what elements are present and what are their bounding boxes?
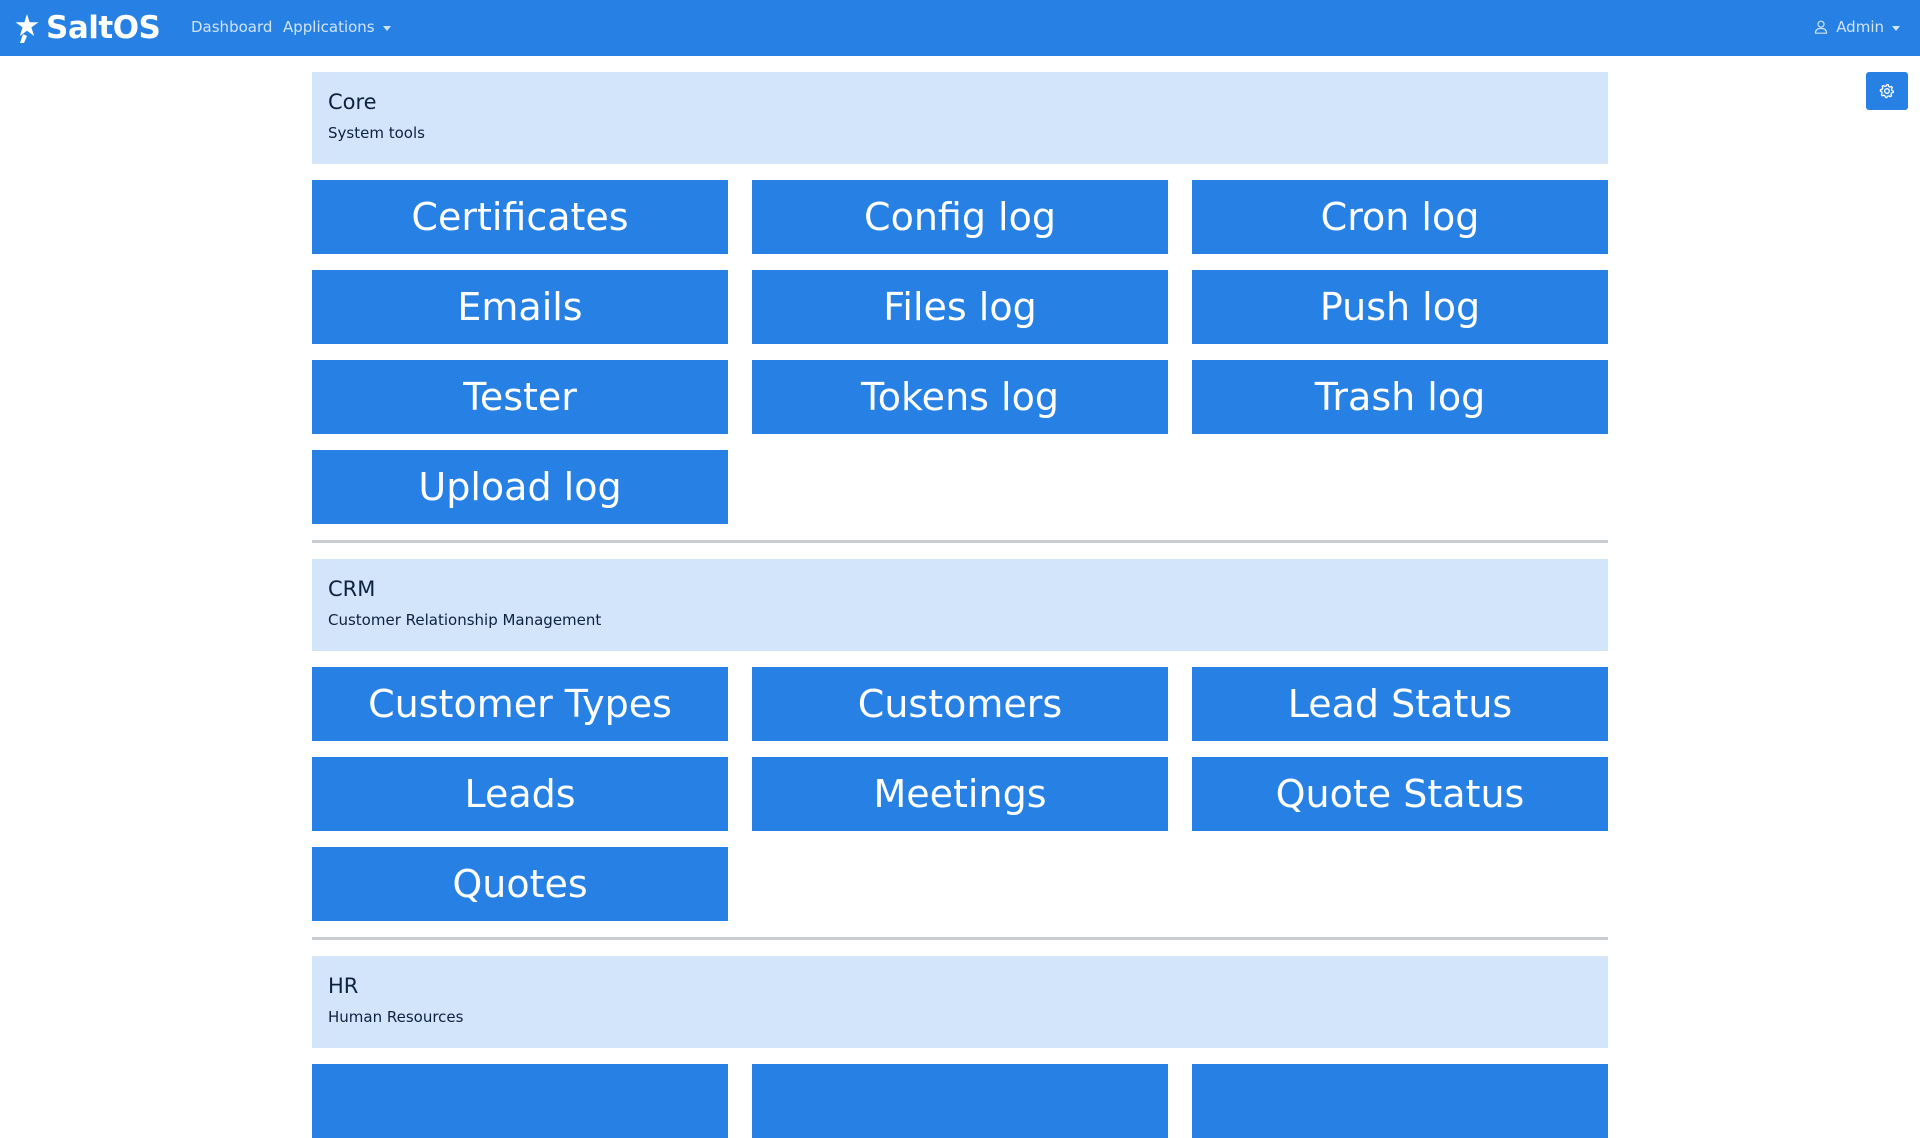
section-title: HR xyxy=(328,974,359,998)
app-button-quote-status[interactable]: Quote Status xyxy=(1192,757,1608,831)
app-button-hr-1[interactable] xyxy=(312,1064,728,1138)
app-button-quotes[interactable]: Quotes xyxy=(312,847,728,921)
user-name: Admin xyxy=(1836,18,1884,36)
dashboard-content: Core System tools Certificates Config lo… xyxy=(312,72,1608,1138)
nav-dashboard-label: Dashboard xyxy=(191,18,273,36)
top-navbar: SaltOS Dashboard Applications Admin xyxy=(0,0,1920,56)
brand-logo[interactable]: SaltOS xyxy=(11,10,161,46)
section-subtitle: Customer Relationship Management xyxy=(328,611,602,629)
section-header-crm: CRM Customer Relationship Management xyxy=(312,559,1608,651)
app-grid-core: Certificates Config log Cron log Emails … xyxy=(312,180,1608,524)
nav-dashboard-link[interactable]: Dashboard xyxy=(191,16,272,38)
app-button-tokens-log[interactable]: Tokens log xyxy=(752,360,1168,434)
section-title: Core xyxy=(328,90,377,114)
app-button-leads[interactable]: Leads xyxy=(312,757,728,831)
section-subtitle: System tools xyxy=(328,124,425,142)
section-subtitle: Human Resources xyxy=(328,1008,464,1026)
brand-name: SaltOS xyxy=(46,10,161,46)
chevron-down-icon xyxy=(382,25,391,31)
settings-button[interactable] xyxy=(1866,72,1908,110)
nav-applications-dropdown[interactable]: Applications xyxy=(283,16,391,38)
app-button-cron-log[interactable]: Cron log xyxy=(1192,180,1608,254)
app-button-emails[interactable]: Emails xyxy=(312,270,728,344)
chevron-down-icon xyxy=(1892,25,1900,31)
app-button-hr-2[interactable] xyxy=(752,1064,1168,1138)
section-divider xyxy=(312,937,1608,940)
section-title: CRM xyxy=(328,577,376,601)
app-grid-crm: Customer Types Customers Lead Status Lea… xyxy=(312,667,1608,921)
app-grid-hr xyxy=(312,1064,1608,1138)
app-button-config-log[interactable]: Config log xyxy=(752,180,1168,254)
app-button-push-log[interactable]: Push log xyxy=(1192,270,1608,344)
person-icon xyxy=(1815,20,1828,34)
user-menu-dropdown[interactable]: Admin xyxy=(1814,16,1900,38)
app-button-lead-status[interactable]: Lead Status xyxy=(1192,667,1608,741)
app-button-files-log[interactable]: Files log xyxy=(752,270,1168,344)
app-button-customers[interactable]: Customers xyxy=(752,667,1168,741)
app-button-tester[interactable]: Tester xyxy=(312,360,728,434)
section-divider xyxy=(312,540,1608,543)
app-button-certificates[interactable]: Certificates xyxy=(312,180,728,254)
app-button-customer-types[interactable]: Customer Types xyxy=(312,667,728,741)
section-header-hr: HR Human Resources xyxy=(312,956,1608,1048)
app-button-meetings[interactable]: Meetings xyxy=(752,757,1168,831)
section-header-core: Core System tools xyxy=(312,72,1608,164)
nav-applications-label: Applications xyxy=(283,18,375,36)
app-button-upload-log[interactable]: Upload log xyxy=(312,450,728,524)
saltos-star-figure-icon xyxy=(15,14,39,43)
gear-icon xyxy=(1879,83,1895,99)
app-button-trash-log[interactable]: Trash log xyxy=(1192,360,1608,434)
app-button-hr-3[interactable] xyxy=(1192,1064,1608,1138)
